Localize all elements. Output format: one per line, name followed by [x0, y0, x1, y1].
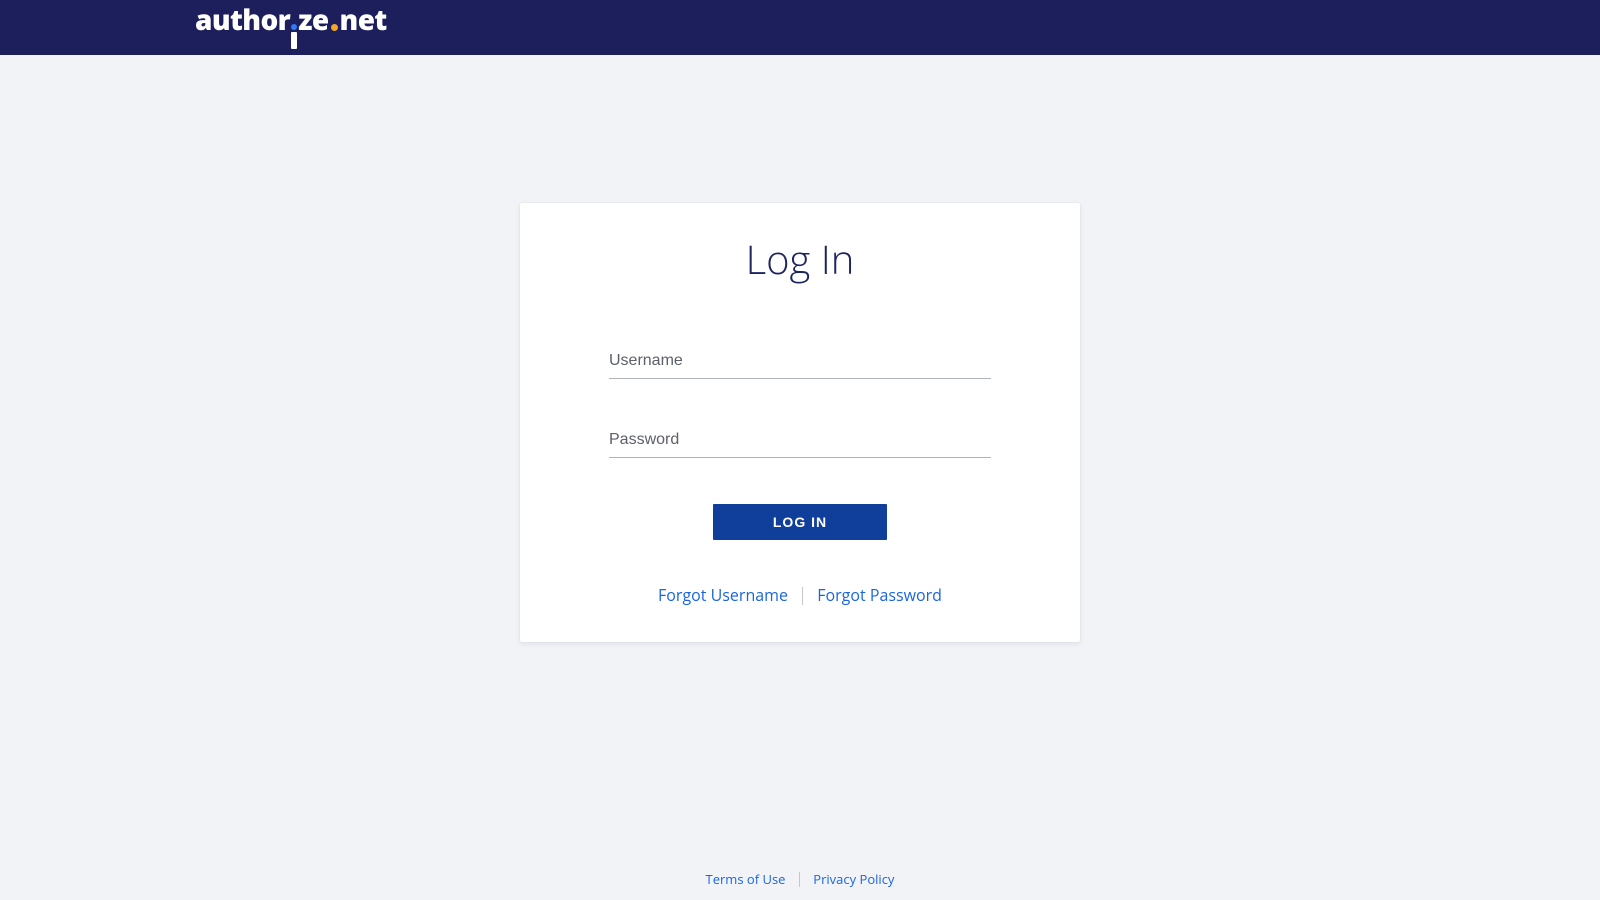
page-title: Log In	[552, 231, 1048, 286]
brand-letter-i-icon	[291, 24, 297, 49]
footer: Terms of Use Privacy Policy	[0, 870, 1600, 888]
password-input[interactable]	[609, 425, 991, 458]
username-input[interactable]	[609, 346, 991, 379]
brand-tld: net	[340, 6, 387, 34]
top-bar: author ze net	[0, 0, 1600, 55]
divider-vertical-icon	[802, 587, 803, 605]
forgot-username-link[interactable]: Forgot Username	[648, 584, 798, 606]
login-card: Log In LOG IN Forgot Username Forgot Pas…	[520, 203, 1080, 642]
terms-link[interactable]: Terms of Use	[696, 870, 796, 888]
login-button[interactable]: LOG IN	[713, 504, 887, 540]
brand-logo: author ze net	[195, 6, 387, 49]
brand-period-icon	[331, 24, 338, 31]
brand-text-prefix: author	[195, 6, 290, 34]
privacy-link[interactable]: Privacy Policy	[803, 870, 904, 888]
brand-text-suffix: ze	[298, 6, 328, 34]
divider-vertical-icon	[799, 872, 800, 887]
forgot-password-link[interactable]: Forgot Password	[807, 584, 952, 606]
